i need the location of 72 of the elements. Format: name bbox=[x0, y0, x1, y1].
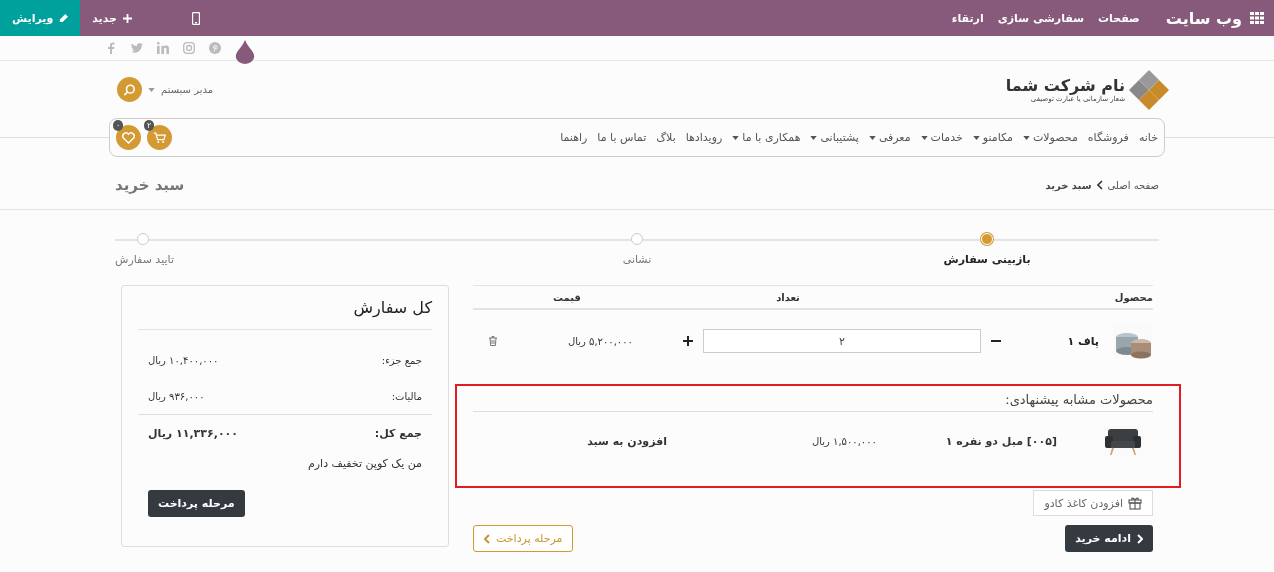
nav-item[interactable]: تماس با ما bbox=[597, 131, 647, 144]
app-title: وب سایت bbox=[1165, 8, 1242, 28]
company-name: نام شرکت شما bbox=[1005, 76, 1125, 95]
trash-icon[interactable] bbox=[489, 336, 497, 346]
pencil-icon bbox=[59, 13, 69, 23]
summary-label: مالیات: bbox=[390, 390, 422, 402]
wishlist-count: ۰ bbox=[113, 120, 124, 131]
summary-value: ۹۳۶,۰۰۰ ریال bbox=[148, 390, 205, 402]
drop-icon[interactable] bbox=[235, 40, 255, 64]
nav-item[interactable]: محصولات bbox=[1023, 131, 1078, 144]
nav-item[interactable]: پشتیبانی bbox=[810, 131, 859, 144]
cart-icon bbox=[153, 131, 166, 144]
logo-icon bbox=[1129, 69, 1169, 110]
caret-icon bbox=[732, 135, 740, 140]
menu-link[interactable]: صفحات bbox=[1098, 11, 1140, 25]
chevron-icon bbox=[1096, 180, 1103, 190]
product-name[interactable]: [۰۰۵] مبل دو نفره ۱ bbox=[877, 434, 1057, 448]
caret-icon bbox=[148, 87, 155, 92]
cart-button[interactable] bbox=[147, 125, 172, 150]
checkout-button[interactable]: مرحله پرداخت bbox=[148, 490, 245, 517]
column-header: تعداد bbox=[775, 291, 801, 303]
coupon-link[interactable]: من یک کوپن تخفیف دارم bbox=[148, 457, 422, 470]
nav-item[interactable]: مکامنو bbox=[972, 131, 1013, 144]
menu-link[interactable]: سفارشی سازی bbox=[997, 11, 1085, 25]
nav-item[interactable]: راهنما bbox=[560, 131, 588, 144]
nav-item[interactable]: همکاری با ما bbox=[732, 131, 801, 144]
card-title: کل سفارش bbox=[138, 286, 432, 330]
product-price: ۵,۲۰۰,۰۰۰ ریال bbox=[567, 335, 633, 347]
step-label[interactable]: تایید سفارش bbox=[115, 253, 174, 266]
caret-icon bbox=[810, 135, 818, 140]
continue-shopping-button[interactable]: ادامه خرید bbox=[1065, 525, 1153, 552]
product-price: ۱,۵۰۰,۰۰۰ ریال bbox=[810, 435, 877, 447]
summary-value: ۱۰,۴۰۰,۰۰۰ ریال bbox=[148, 354, 219, 366]
new-button[interactable]: جدید bbox=[80, 0, 145, 36]
column-header: قیمت bbox=[553, 291, 582, 303]
plus-icon bbox=[123, 13, 133, 23]
user-menu[interactable]: مدیر سیستم bbox=[148, 84, 214, 95]
caret-icon bbox=[920, 135, 928, 140]
apps-icon[interactable] bbox=[1250, 12, 1264, 24]
nav-item[interactable]: خانه bbox=[1138, 131, 1158, 144]
step-label[interactable]: نشانی bbox=[622, 253, 652, 266]
summary-value: ۱۱,۳۳۶,۰۰۰ ریال bbox=[148, 426, 239, 440]
plus-icon bbox=[683, 336, 693, 346]
summary-label: جمع کل: bbox=[373, 426, 422, 440]
step-label[interactable]: بازبینی سفارش bbox=[943, 253, 1031, 266]
column-header: محصول bbox=[1113, 291, 1153, 303]
nav-item[interactable]: خدمات bbox=[920, 131, 963, 144]
product-name[interactable]: پاف ۱ bbox=[1067, 334, 1099, 348]
heart-icon bbox=[122, 131, 135, 144]
nav-item[interactable]: بلاگ bbox=[656, 131, 676, 144]
nav-item[interactable]: معرفی bbox=[868, 131, 911, 144]
breadcrumb-link[interactable]: سبد خرید bbox=[1045, 179, 1092, 191]
section-title: محصولات مشابه پیشنهادی: bbox=[473, 392, 1153, 412]
add-to-cart-link[interactable]: افزودن به سبد bbox=[587, 434, 667, 448]
caret-icon bbox=[972, 135, 980, 140]
breadcrumb-link[interactable]: صفحه اصلی bbox=[1107, 179, 1159, 191]
menu-link[interactable]: ارتقاء bbox=[951, 11, 984, 25]
page-title: سبد خرید bbox=[115, 176, 185, 194]
mobile-icon[interactable] bbox=[192, 11, 201, 25]
chevron-icon bbox=[1137, 533, 1143, 544]
search-icon bbox=[123, 83, 136, 96]
gift-wrap-button[interactable]: افزودن کاغذ کادو bbox=[1033, 490, 1153, 516]
caret-icon bbox=[1023, 135, 1030, 140]
gift-icon bbox=[1128, 496, 1142, 510]
caret-icon bbox=[868, 135, 876, 140]
quantity-field[interactable]: ۲ bbox=[703, 329, 981, 353]
chevron-icon bbox=[484, 533, 490, 544]
wishlist-button[interactable] bbox=[116, 125, 141, 150]
summary-label: جمع جزء: bbox=[380, 354, 422, 366]
nav-item[interactable]: رویدادها bbox=[685, 131, 723, 144]
cart-count: ۲ bbox=[144, 120, 155, 131]
nav-item[interactable]: فروشگاه bbox=[1087, 131, 1129, 144]
